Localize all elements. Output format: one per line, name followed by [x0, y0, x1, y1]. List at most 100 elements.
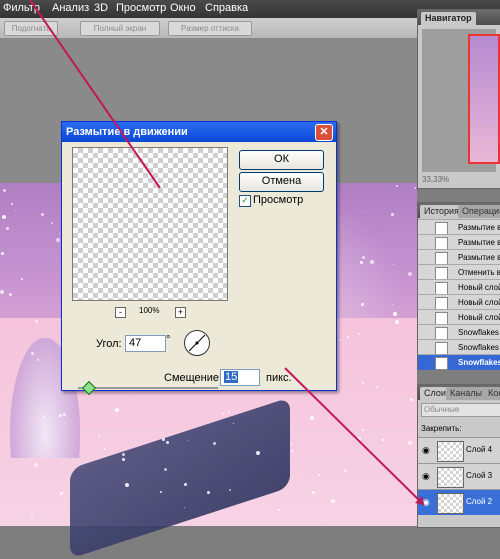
angle-input[interactable]: 47	[125, 335, 166, 352]
history-item[interactable]: Новый слой	[418, 294, 500, 310]
snowflake	[98, 435, 100, 437]
snowflake	[43, 416, 45, 418]
snowflake	[410, 398, 413, 401]
menu-3d[interactable]: 3D	[94, 2, 108, 14]
tab-paths[interactable]: Конт	[484, 387, 500, 400]
history-item[interactable]: Новый слой	[418, 309, 500, 325]
eye-icon[interactable]: ◉	[422, 497, 430, 508]
history-item[interactable]: Отменить в	[418, 264, 500, 280]
navigator-zoom-readout[interactable]: 33,33%	[422, 175, 449, 184]
preview-label: Просмотр	[253, 194, 304, 206]
snowflake	[256, 451, 260, 455]
history-item[interactable]: Snowflakes	[418, 339, 500, 355]
tab-channels[interactable]: Каналы	[446, 387, 486, 400]
snowflake	[163, 416, 164, 417]
blend-mode-select[interactable]: Обычные	[421, 403, 500, 417]
history-item[interactable]: Новый слой	[418, 279, 500, 295]
layer-row[interactable]: ◉ Слой 4	[418, 437, 500, 463]
snowflake	[41, 213, 44, 216]
history-item[interactable]: Размытие в	[418, 249, 500, 265]
layers-panel: Слои Каналы Конт Обычные Закрепить: ◉ Сло…	[417, 384, 500, 528]
snowflake	[115, 408, 119, 412]
snowflake	[1, 469, 2, 470]
snowflake	[310, 416, 314, 420]
cancel-button[interactable]: Отмена	[239, 172, 324, 192]
navigator-view-box[interactable]	[468, 34, 500, 164]
history-item[interactable]: Размытие в	[418, 219, 500, 235]
full-screen-button[interactable]: Полный экран	[80, 21, 160, 36]
preview-checkbox[interactable]: ✓	[239, 195, 251, 207]
distance-slider[interactable]	[78, 387, 218, 389]
snowflake	[347, 336, 349, 338]
snowflake	[229, 489, 231, 491]
snowflake	[188, 440, 189, 441]
snowflake	[362, 382, 364, 384]
snowflake	[228, 411, 230, 413]
snowflake	[11, 203, 13, 205]
layer-row[interactable]: ◉ Слой 2	[418, 489, 500, 515]
history-item-label: Отменить в	[458, 268, 500, 277]
eye-icon[interactable]: ◉	[422, 445, 430, 456]
snowflake	[35, 320, 38, 323]
snowflake	[9, 293, 12, 296]
angle-label: Угол:	[96, 338, 122, 350]
history-item[interactable]: Snowflakes	[418, 324, 500, 340]
blur-preview[interactable]	[72, 147, 228, 301]
menu-help[interactable]: Справка	[205, 2, 248, 14]
tab-actions[interactable]: Операции	[458, 205, 500, 218]
layer-thumbnail	[437, 441, 464, 462]
snowflake	[160, 491, 162, 493]
snowflake	[233, 423, 234, 424]
snowflake	[409, 334, 410, 335]
angle-dial[interactable]	[184, 330, 210, 356]
history-tabbar: История Операции	[418, 203, 500, 218]
history-item[interactable]: Размытие в	[418, 234, 500, 250]
layer-row[interactable]: ◉ Слой 3	[418, 463, 500, 489]
snowflake	[128, 392, 129, 393]
snowflake	[339, 339, 341, 341]
snowflake	[213, 442, 216, 445]
history-item[interactable]: Snowflakes	[418, 354, 500, 370]
zoom-in-button[interactable]: +	[175, 307, 186, 318]
motion-blur-dialog: Размытие в движении ✕ ОК Отмена ✓ Просмо…	[61, 121, 337, 396]
menu-filter[interactable]: Фильтр	[3, 2, 40, 14]
snowflake	[31, 352, 34, 355]
close-icon[interactable]: ✕	[315, 124, 333, 141]
tab-navigator[interactable]: Навигатор	[421, 12, 476, 25]
snowflake	[1, 252, 4, 255]
snowflake	[164, 468, 167, 471]
snowflake	[64, 423, 65, 424]
snowflake	[393, 264, 394, 265]
menu-view[interactable]: Просмотр	[116, 2, 166, 14]
snowflake	[207, 491, 210, 494]
layer-name: Слой 3	[466, 471, 493, 480]
snowflake	[291, 450, 293, 452]
snowflake	[357, 437, 361, 441]
snowflake	[162, 438, 165, 441]
snowflake	[392, 304, 393, 305]
print-size-button[interactable]: Размер оттиска	[168, 21, 252, 36]
dialog-titlebar[interactable]: Размытие в движении	[62, 122, 336, 142]
snowflake	[366, 343, 367, 344]
zoom-out-button[interactable]: -	[115, 307, 126, 318]
snowflake	[2, 215, 6, 219]
layers-tabbar: Слои Каналы Конт	[418, 385, 500, 400]
zoom-controls: - 100% +	[115, 306, 235, 319]
history-panel: История Операции Размытие в Размытие в Раз…	[417, 202, 500, 370]
distance-input[interactable]: 15	[220, 369, 260, 386]
snowflake	[15, 210, 16, 211]
menu-window[interactable]: Окно	[170, 2, 196, 14]
menu-analysis[interactable]: Анализ	[52, 2, 89, 14]
options-bar: Подогнать Полный экран Размер оттиска	[0, 18, 417, 39]
tab-history[interactable]: История	[420, 205, 463, 218]
ok-button[interactable]: ОК	[239, 150, 324, 170]
fit-screen-button[interactable]: Подогнать	[4, 21, 58, 36]
snowflake	[414, 187, 416, 189]
snowflake	[166, 441, 169, 444]
dialog-title: Размытие в движении	[66, 126, 188, 138]
snowflake	[401, 484, 403, 486]
snowflake	[104, 448, 106, 450]
eye-icon[interactable]: ◉	[422, 471, 430, 482]
snowflake	[395, 320, 399, 324]
snowflake	[361, 303, 364, 306]
